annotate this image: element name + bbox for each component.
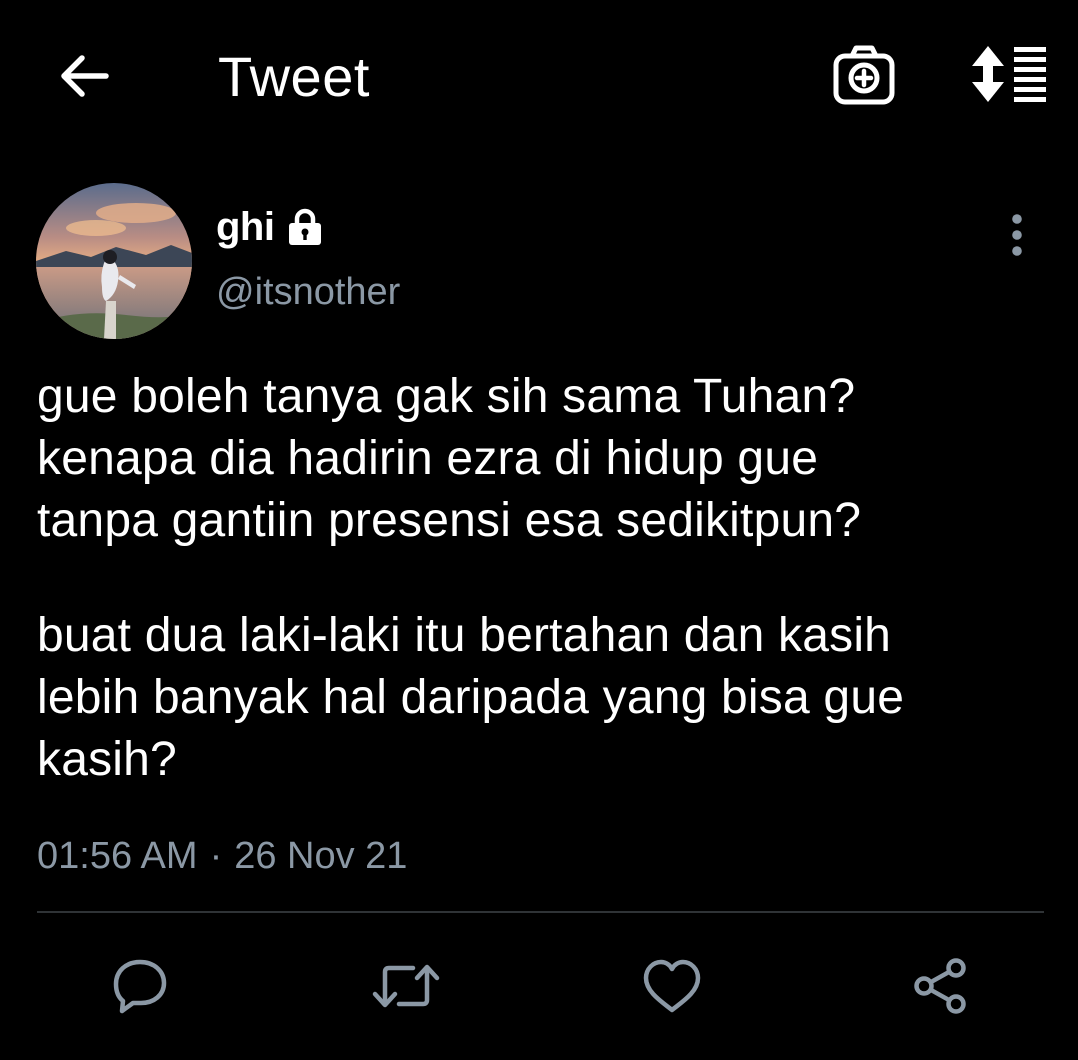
author-handle[interactable]: @itsnother (216, 266, 400, 318)
tweet-time: 01:56 AM (37, 835, 198, 877)
sort-button[interactable] (966, 42, 1050, 106)
author-name-row[interactable]: ghi (216, 200, 326, 254)
avatar-photo (36, 183, 192, 339)
timestamp-separator: · (209, 835, 223, 877)
tweet-paragraph: gue boleh tanya gak sih sama Tuhan? kena… (37, 370, 862, 547)
lock-icon (284, 206, 326, 248)
heart-icon (643, 959, 701, 1013)
divider (37, 911, 1044, 913)
avatar[interactable] (36, 183, 192, 339)
retweet-icon (372, 964, 440, 1008)
tweet-body: gue boleh tanya gak sih sama Tuhan? kena… (37, 366, 1047, 791)
like-button[interactable] (632, 946, 712, 1026)
retweet-button[interactable] (366, 946, 446, 1026)
top-app-bar: Tweet (0, 0, 1078, 160)
more-vertical-icon (1012, 214, 1022, 256)
display-name: ghi (216, 205, 275, 249)
tweet-paragraph: buat dua laki-laki itu bertahan dan kasi… (37, 609, 905, 786)
camera-button[interactable] (830, 42, 898, 108)
back-button[interactable] (52, 46, 116, 106)
page-title: Tweet (218, 45, 370, 108)
arrow-left-icon (61, 55, 109, 97)
tweet-date: 26 Nov 21 (234, 835, 408, 877)
share-icon (914, 958, 966, 1014)
reply-icon (113, 959, 167, 1014)
tweet-action-bar (0, 946, 1078, 1030)
camera-plus-icon (833, 45, 895, 105)
share-button[interactable] (900, 946, 980, 1026)
reply-button[interactable] (100, 946, 180, 1026)
sort-list-icon (972, 46, 1046, 102)
more-options-button[interactable] (996, 206, 1038, 264)
tweet-timestamp: 01:56 AM · 26 Nov 21 (37, 830, 407, 882)
